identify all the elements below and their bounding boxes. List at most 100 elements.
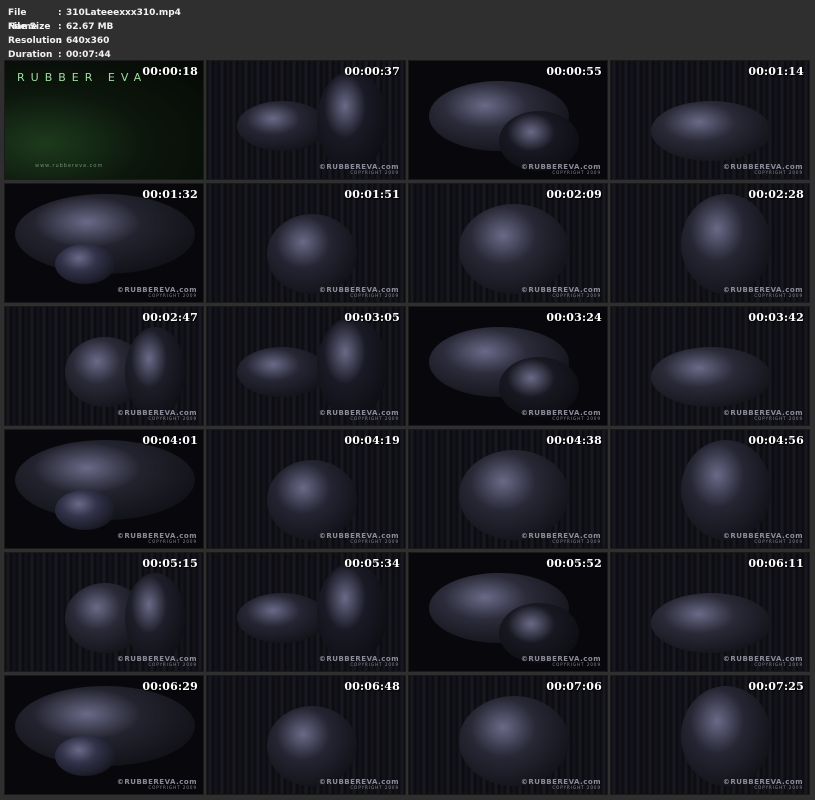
frame-image: ©RUBBEREVA.com COPYRIGHT 2009 [409, 430, 607, 548]
thumbnail-frame: ©RUBBEREVA.com COPYRIGHT 2009 00:00:55 [408, 60, 608, 180]
scene-shape [55, 244, 115, 284]
thumbnail-frame: ©RUBBEREVA.com COPYRIGHT 2009 00:04:38 [408, 429, 608, 549]
frame-image: ©RUBBEREVA.com COPYRIGHT 2009 [409, 676, 607, 794]
thumbnail-frame: ©RUBBEREVA.com COPYRIGHT 2009 00:05:15 [4, 552, 204, 672]
scene-shape [681, 194, 771, 294]
thumbnail-frame: ©RUBBEREVA.com COPYRIGHT 2009 00:00:37 [206, 60, 406, 180]
duration-label: Duration [8, 50, 53, 60]
timestamp: 00:02:47 [142, 311, 198, 324]
frame-image: ©RUBBEREVA.com COPYRIGHT 2009 [409, 307, 607, 425]
scene-shape [499, 357, 579, 417]
watermark: ©RUBBEREVA.com COPYRIGHT 2009 [723, 164, 803, 176]
thumbnail-frame: ©RUBBEREVA.com COPYRIGHT 2009 00:02:28 [610, 183, 810, 303]
file-name-row: File Name : 310Lateeexxx310.mp4 [8, 6, 181, 32]
scene-shape [317, 317, 387, 417]
timestamp: 00:05:52 [546, 557, 602, 570]
watermark: ©RUBBEREVA.com COPYRIGHT 2009 [117, 410, 197, 422]
thumbnail-frame: ©RUBBEREVA.com COPYRIGHT 2009 00:06:11 [610, 552, 810, 672]
watermark: ©RUBBEREVA.com COPYRIGHT 2009 [723, 656, 803, 668]
frame-image: ©RUBBEREVA.com COPYRIGHT 2009 [5, 307, 203, 425]
thumbnail-frame: ©RUBBEREVA.com COPYRIGHT 2009 00:01:32 [4, 183, 204, 303]
frame-image: ©RUBBEREVA.com COPYRIGHT 2009 [611, 430, 809, 548]
file-size-label: File Size [8, 22, 51, 32]
thumbnail-frame: ©RUBBEREVA.com COPYRIGHT 2009 00:04:19 [206, 429, 406, 549]
timestamp: 00:06:11 [748, 557, 804, 570]
timestamp: 00:00:37 [344, 65, 400, 78]
frame-image: RUBBER EVA www.rubbereva.com [5, 61, 203, 179]
scene-shape [459, 696, 569, 786]
timestamp: 00:04:38 [546, 434, 602, 447]
timestamp: 00:00:55 [546, 65, 602, 78]
thumbnail-frame: ©RUBBEREVA.com COPYRIGHT 2009 00:03:24 [408, 306, 608, 426]
thumbnail-frame: ©RUBBEREVA.com COPYRIGHT 2009 00:06:29 [4, 675, 204, 795]
watermark: ©RUBBEREVA.com COPYRIGHT 2009 [723, 410, 803, 422]
timestamp: 00:02:09 [546, 188, 602, 201]
frame-image: ©RUBBEREVA.com COPYRIGHT 2009 [611, 307, 809, 425]
thumbnail-frame: ©RUBBEREVA.com COPYRIGHT 2009 00:07:06 [408, 675, 608, 795]
scene-shape [651, 347, 771, 407]
frame-image: ©RUBBEREVA.com COPYRIGHT 2009 [5, 184, 203, 302]
resolution-label: Resolution [8, 36, 63, 46]
scene-shape [681, 440, 771, 540]
frame-image: ©RUBBEREVA.com COPYRIGHT 2009 [409, 184, 607, 302]
timestamp: 00:00:18 [142, 65, 198, 78]
frame-image: ©RUBBEREVA.com COPYRIGHT 2009 [611, 61, 809, 179]
scene-shape [459, 450, 569, 540]
watermark: ©RUBBEREVA.com COPYRIGHT 2009 [723, 533, 803, 545]
scene-shape [681, 686, 771, 786]
scene-shape [237, 593, 327, 643]
title-url: www.rubbereva.com [35, 163, 104, 169]
resolution-row: Resolution : 640x360 [8, 34, 181, 48]
scene-shape [651, 101, 771, 161]
thumbnail-frame: ©RUBBEREVA.com COPYRIGHT 2009 00:03:42 [610, 306, 810, 426]
timestamp: 00:04:01 [142, 434, 198, 447]
file-name-label: File Name [8, 8, 38, 32]
scene-shape [459, 204, 569, 294]
watermark: ©RUBBEREVA.com COPYRIGHT 2009 [117, 779, 197, 791]
timestamp: 00:04:19 [344, 434, 400, 447]
scene-shape [499, 111, 579, 171]
scene-shape [499, 603, 579, 663]
watermark: ©RUBBEREVA.com COPYRIGHT 2009 [117, 656, 197, 668]
frame-image: ©RUBBEREVA.com COPYRIGHT 2009 [5, 676, 203, 794]
watermark: ©RUBBEREVA.com COPYRIGHT 2009 [521, 533, 601, 545]
resolution-value: 640x360 [66, 36, 110, 46]
watermark: ©RUBBEREVA.com COPYRIGHT 2009 [117, 287, 197, 299]
scene-shape [267, 706, 357, 786]
scene-shape [125, 573, 185, 663]
watermark: ©RUBBEREVA.com COPYRIGHT 2009 [319, 164, 399, 176]
scene-shape [317, 563, 387, 663]
scene-shape [125, 327, 185, 417]
timestamp: 00:07:06 [546, 680, 602, 693]
timestamp: 00:06:29 [142, 680, 198, 693]
watermark: ©RUBBEREVA.com COPYRIGHT 2009 [521, 779, 601, 791]
timestamp: 00:03:05 [344, 311, 400, 324]
timestamp: 00:05:34 [344, 557, 400, 570]
file-info-panel: File Name : 310Lateeexxx310.mp4 File Siz… [8, 6, 181, 62]
scene-shape [317, 71, 387, 171]
frame-image: ©RUBBEREVA.com COPYRIGHT 2009 [207, 676, 405, 794]
file-size-row: File Size : 62.67 MB [8, 20, 181, 34]
duration-row: Duration : 00:07:44 [8, 48, 181, 62]
watermark: ©RUBBEREVA.com COPYRIGHT 2009 [319, 533, 399, 545]
scene-shape [651, 593, 771, 653]
frame-image: ©RUBBEREVA.com COPYRIGHT 2009 [611, 184, 809, 302]
watermark: ©RUBBEREVA.com COPYRIGHT 2009 [319, 410, 399, 422]
frame-image: ©RUBBEREVA.com COPYRIGHT 2009 [409, 61, 607, 179]
frame-image: ©RUBBEREVA.com COPYRIGHT 2009 [5, 553, 203, 671]
timestamp: 00:04:56 [748, 434, 804, 447]
title-logo: RUBBER EVA [17, 71, 148, 84]
scene-shape [267, 460, 357, 540]
thumbnail-frame: ©RUBBEREVA.com COPYRIGHT 2009 00:04:01 [4, 429, 204, 549]
thumbnail-frame: RUBBER EVA www.rubbereva.com 00:00:18 [4, 60, 204, 180]
watermark: ©RUBBEREVA.com COPYRIGHT 2009 [319, 779, 399, 791]
watermark: ©RUBBEREVA.com COPYRIGHT 2009 [521, 410, 601, 422]
watermark: ©RUBBEREVA.com COPYRIGHT 2009 [117, 533, 197, 545]
thumbnail-frame: ©RUBBEREVA.com COPYRIGHT 2009 00:07:25 [610, 675, 810, 795]
watermark: ©RUBBEREVA.com COPYRIGHT 2009 [319, 287, 399, 299]
thumbnail-frame: ©RUBBEREVA.com COPYRIGHT 2009 00:06:48 [206, 675, 406, 795]
frame-image: ©RUBBEREVA.com COPYRIGHT 2009 [207, 430, 405, 548]
timestamp: 00:03:42 [748, 311, 804, 324]
timestamp: 00:06:48 [344, 680, 400, 693]
thumbnail-frame: ©RUBBEREVA.com COPYRIGHT 2009 00:05:34 [206, 552, 406, 672]
